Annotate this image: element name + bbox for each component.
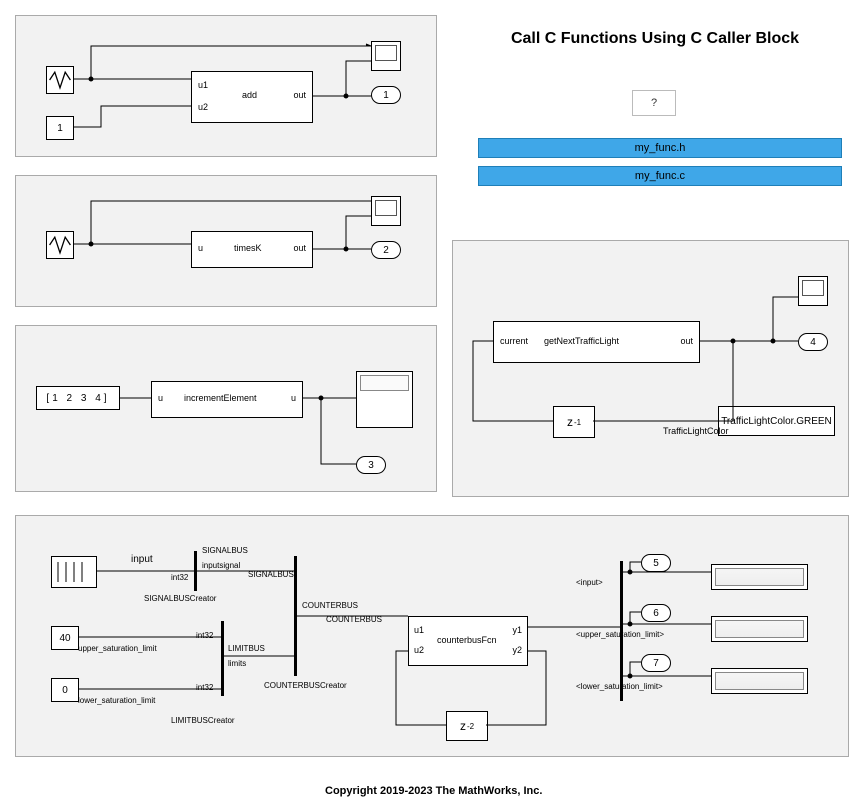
panel-increment: [1 2 3 4] u incrementElement u 3 (15, 325, 437, 492)
label-upper-sat: upper_saturation_limit (78, 644, 157, 653)
label-counterbuscreator: COUNTERBUSCreator (264, 681, 347, 690)
copyright: Copyright 2019-2023 The MathWorks, Inc. (325, 785, 542, 797)
unit-delay-z2: z (460, 719, 466, 733)
unit-delay-z: z (567, 415, 573, 429)
label-int32-a: int32 (171, 573, 188, 582)
port-u2-label: u2 (414, 645, 424, 655)
block-add-fn-label: add (242, 90, 257, 100)
scope-2 (371, 196, 401, 226)
block-traffic-fn-label: getNextTrafficLight (544, 336, 619, 346)
label-lower-sat: lower_saturation_limit (78, 696, 155, 705)
port-out-label: out (293, 243, 306, 253)
port-out-label: out (293, 90, 306, 100)
block-timesk-fn-label: timesK (234, 243, 262, 253)
signal-gen-icon (46, 66, 74, 94)
unit-delay-exp: -1 (574, 418, 581, 427)
unit-delay-bus: z-2 (446, 711, 488, 741)
page-title: Call C Functions Using C Caller Block (470, 30, 840, 48)
label-signalbus1: SIGNALBUS (202, 546, 248, 555)
traffic-signal-label: TrafficLightColor (663, 426, 729, 436)
constant-40: 40 (51, 626, 79, 650)
constant-block-1: 1 (46, 116, 74, 140)
port-u-label: u (198, 243, 203, 253)
bus-limitbus (221, 621, 224, 696)
bus-signalbus (194, 551, 197, 591)
port-u-in-label: u (158, 393, 163, 403)
help-button[interactable]: ? (632, 90, 676, 116)
bus-counterbus (294, 556, 297, 676)
port-u1-label: u1 (198, 80, 208, 90)
display-7 (711, 668, 808, 694)
label-int32-c: int32 (196, 683, 213, 692)
label-limitbus1: LIMITBUS (228, 644, 265, 653)
constant-0: 0 (51, 678, 79, 702)
outport-6: 6 (641, 604, 671, 622)
file-header-link[interactable]: my_func.h (478, 138, 842, 158)
panel-timesk: u timesK out 2 (15, 175, 437, 307)
port-y2-label: y2 (512, 645, 522, 655)
label-limitbuscreator: LIMITBUSCreator (171, 716, 235, 725)
display-6 (711, 616, 808, 642)
unit-delay-exp2: -2 (467, 722, 474, 731)
label-limits: limits (228, 659, 246, 668)
block-counterbusfcn: u1 u2 counterbusFcn y1 y2 (408, 616, 528, 666)
label-inputsignal: inputsignal (202, 561, 240, 570)
port-u-out-label: u (291, 393, 296, 403)
outport-7: 7 (641, 654, 671, 672)
file-source-link[interactable]: my_func.c (478, 166, 842, 186)
port-u1-label: u1 (414, 625, 424, 635)
block-increment: u incrementElement u (151, 381, 303, 418)
port-current-label: current (500, 336, 528, 346)
block-bus-fn-label: counterbusFcn (437, 635, 497, 645)
scope-1 (371, 41, 401, 71)
unit-delay-traffic: z-1 (553, 406, 595, 438)
outport-2: 2 (371, 241, 401, 259)
label-int32-b: int32 (196, 631, 213, 640)
label-counterbus1: COUNTERBUS (302, 601, 358, 610)
port-out-label: out (680, 336, 693, 346)
block-traffic: current getNextTrafficLight out (493, 321, 700, 363)
counter-src-icon (51, 556, 97, 588)
outport-1: 1 (371, 86, 401, 104)
block-timesk: u timesK out (191, 231, 313, 268)
label-signalbuscreator: SIGNALBUSCreator (144, 594, 216, 603)
label-out-lower: <lower_saturation_limit> (576, 682, 663, 691)
label-out-upper: <upper_saturation_limit> (576, 630, 664, 639)
outport-5: 5 (641, 554, 671, 572)
scope-4 (798, 276, 828, 306)
display-block-3 (356, 371, 413, 428)
enum-green: TrafficLightColor.GREEN (718, 406, 835, 436)
signal-gen-icon (46, 231, 74, 259)
block-increment-fn-label: incrementElement (184, 393, 257, 403)
outport-4: 4 (798, 333, 828, 351)
panel-traffic: current getNextTrafficLight out z-1 Traf… (452, 240, 849, 497)
panel-bus: input int32 40 upper_saturation_limit in… (15, 515, 849, 757)
block-add: u1 u2 add out (191, 71, 313, 123)
panel-add: 1 u1 u2 add out 1 (15, 15, 437, 157)
label-counterbus2: COUNTERBUS (326, 615, 382, 624)
label-input: input (131, 554, 153, 565)
label-signalbus2: SIGNALBUS (248, 570, 294, 579)
outport-3: 3 (356, 456, 386, 474)
port-u2-label: u2 (198, 102, 208, 112)
port-y1-label: y1 (512, 625, 522, 635)
display-5 (711, 564, 808, 590)
label-out-input: <input> (576, 578, 603, 587)
constant-array: [1 2 3 4] (36, 386, 120, 410)
